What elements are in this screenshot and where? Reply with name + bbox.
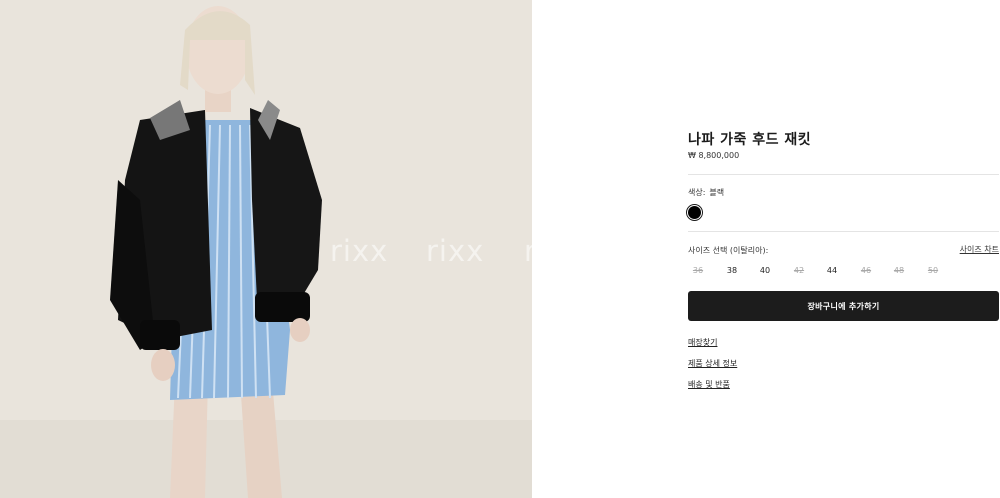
product-image: rixx rixx r: [0, 0, 532, 498]
divider: [688, 231, 999, 232]
color-value: 블랙: [709, 188, 725, 197]
watermark-text: rixx: [426, 234, 485, 268]
size-options: 36 38 40 42 44 46 48 50: [688, 266, 948, 276]
product-title: 나파 가죽 후드 재킷: [688, 132, 812, 148]
size-option-38[interactable]: 38: [722, 266, 742, 275]
product-price: ₩ 8,800,000: [688, 151, 740, 160]
size-option-48[interactable]: 48: [889, 266, 909, 275]
color-label: 색상:: [688, 188, 706, 197]
size-option-40[interactable]: 40: [755, 266, 775, 275]
size-chart-link[interactable]: 사이즈 차트: [960, 244, 999, 255]
divider: [688, 174, 999, 175]
color-swatch-black[interactable]: [688, 206, 701, 219]
shipping-returns-link[interactable]: 배송 및 반품: [688, 379, 730, 390]
color-selection-label: 색상: 블랙: [688, 187, 724, 198]
product-details-panel: 나파 가죽 후드 재킷 ₩ 8,800,000 색상: 블랙 사이즈 선택 (이탈…: [688, 0, 999, 498]
add-to-cart-button[interactable]: 장바구니에 추가하기: [688, 291, 999, 321]
size-select-label: 사이즈 선택 (이탈리아):: [688, 246, 769, 255]
product-details-link[interactable]: 제품 상세 정보: [688, 358, 737, 369]
size-option-36[interactable]: 36: [688, 266, 708, 275]
watermark-text: r: [524, 234, 532, 268]
watermark-text: rixx: [330, 234, 389, 268]
size-option-50[interactable]: 50: [923, 266, 943, 275]
size-option-42[interactable]: 42: [789, 266, 809, 275]
store-finder-link[interactable]: 매장찾기: [688, 337, 717, 348]
size-option-46[interactable]: 46: [856, 266, 876, 275]
size-option-44[interactable]: 44: [822, 266, 842, 275]
